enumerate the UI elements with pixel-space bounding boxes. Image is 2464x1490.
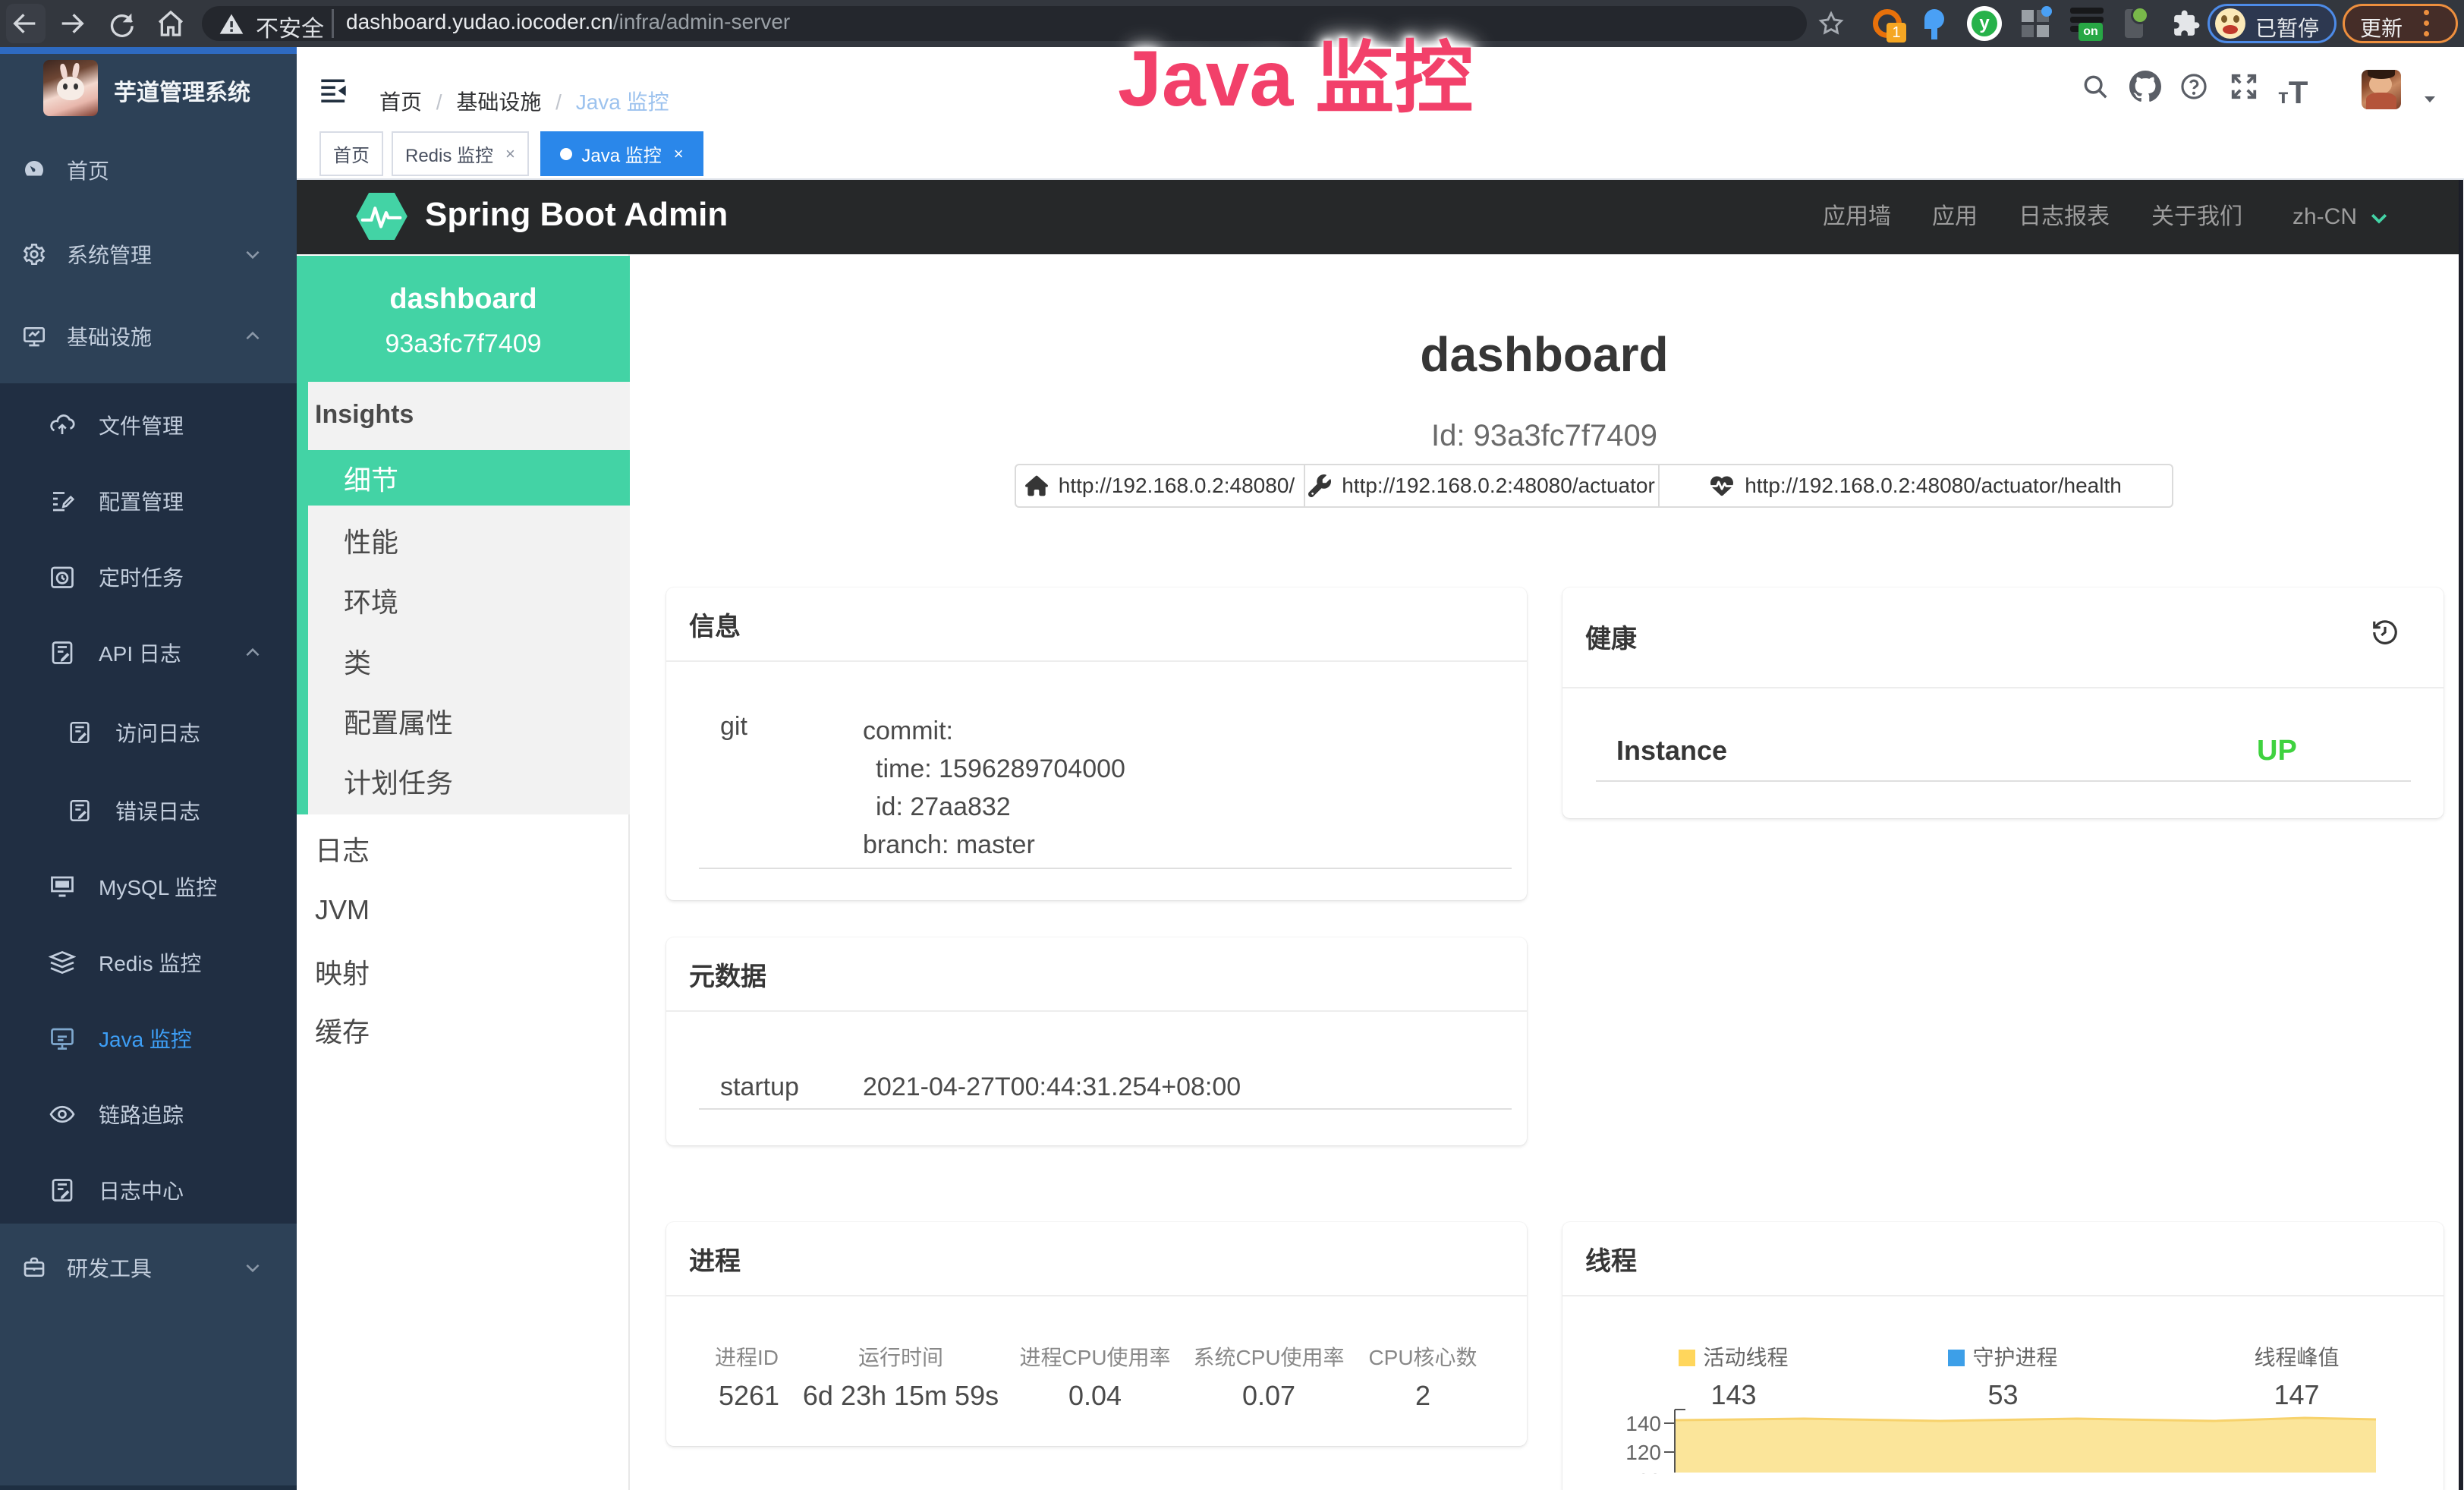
svg-text:140: 140 bbox=[1625, 1412, 1661, 1435]
svg-text:120: 120 bbox=[1625, 1441, 1661, 1464]
